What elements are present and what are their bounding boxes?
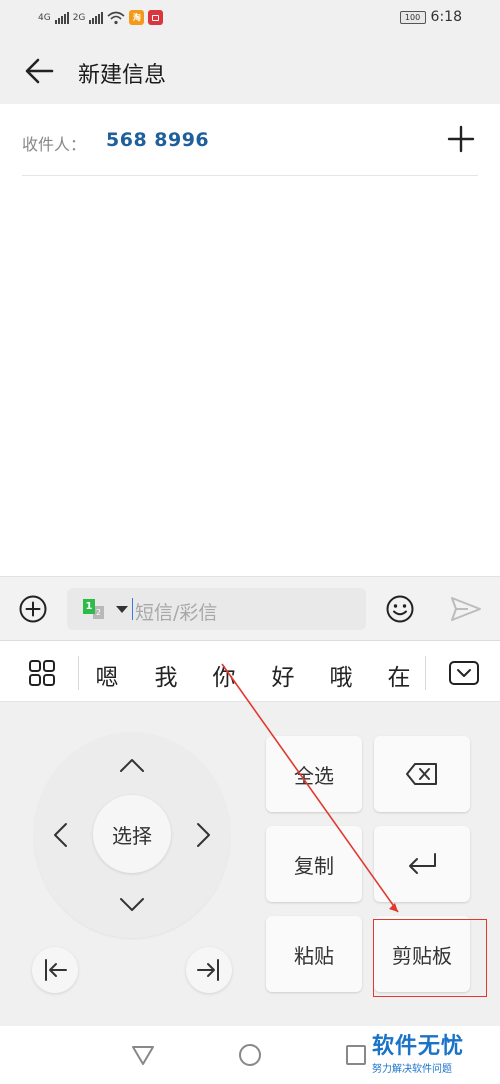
enter-icon xyxy=(409,853,436,874)
candidate-2[interactable]: 我 xyxy=(146,658,186,692)
add-attachment-icon[interactable] xyxy=(18,594,48,624)
recipient-row: 收件人： 568 8996 xyxy=(22,104,478,176)
notification-app-icon xyxy=(148,10,164,25)
message-content: 收件人： 568 8996 xyxy=(0,104,500,576)
message-placeholder: 短信/彩信 xyxy=(135,602,218,624)
select-all-key[interactable]: 全选 xyxy=(266,736,362,812)
nav-back-icon[interactable] xyxy=(131,1044,155,1066)
signal-icon-2 xyxy=(89,11,104,24)
recipient-number[interactable]: 568 8996 xyxy=(106,129,209,151)
message-input[interactable]: 2 1 短信/彩信 xyxy=(67,588,366,630)
add-recipient-icon[interactable] xyxy=(446,124,476,154)
back-arrow-icon[interactable] xyxy=(22,54,56,88)
candidate-6[interactable]: 在 xyxy=(379,658,419,692)
enter-key[interactable] xyxy=(374,826,470,902)
cursor-left-icon[interactable] xyxy=(46,820,76,850)
watermark: 软件无忧 努力解决软件问题 xyxy=(372,1028,490,1076)
ime-menu-grid-icon[interactable] xyxy=(28,659,56,687)
cursor-end-button[interactable] xyxy=(186,947,232,993)
signal-icon xyxy=(54,11,69,24)
app-header: 新建信息 xyxy=(0,38,500,104)
cursor-up-icon[interactable] xyxy=(117,750,147,780)
candidate-3[interactable]: 你 xyxy=(204,658,244,692)
status-left: 4G 2G 淘 xyxy=(38,10,164,25)
network-label-1: 4G xyxy=(38,12,51,23)
annotation-highlight-box xyxy=(373,919,487,997)
watermark-title: 软件无忧 xyxy=(372,1034,465,1059)
nav-recent-apps-icon[interactable] xyxy=(346,1045,366,1065)
cursor-down-icon[interactable] xyxy=(117,890,147,920)
backspace-key[interactable] xyxy=(374,736,470,812)
candidate-1[interactable]: 嗯 xyxy=(87,658,127,692)
candidate-5[interactable]: 哦 xyxy=(321,658,361,692)
clock: 6:18 xyxy=(430,9,462,25)
taobao-app-icon: 淘 xyxy=(129,10,145,25)
wifi-icon xyxy=(107,11,125,24)
send-icon[interactable] xyxy=(450,596,482,622)
text-cursor xyxy=(132,598,133,620)
emoji-icon[interactable] xyxy=(385,594,415,624)
cursor-home-icon xyxy=(45,959,67,981)
cursor-home-button[interactable] xyxy=(32,947,78,993)
select-toggle-button[interactable]: 选择 xyxy=(93,795,171,873)
compose-bar: 2 1 短信/彩信 xyxy=(0,576,500,640)
cursor-right-icon[interactable] xyxy=(188,820,218,850)
recipient-label: 收件人： xyxy=(22,135,87,154)
network-label-2: 2G xyxy=(72,12,86,23)
page-title: 新建信息 xyxy=(78,63,167,88)
sim-select-icon[interactable]: 2 1 xyxy=(83,599,107,621)
keyboard-collapse-icon[interactable] xyxy=(448,660,480,686)
paste-key[interactable]: 粘贴 xyxy=(266,916,362,992)
candidate-divider xyxy=(78,656,79,690)
candidate-divider xyxy=(425,656,426,690)
candidate-4[interactable]: 好 xyxy=(263,658,303,692)
backspace-icon xyxy=(406,763,437,785)
status-bar: 4G 2G 淘 100 6:18 xyxy=(0,0,500,38)
ime-candidate-bar: 嗯 我 你 好 哦 在 xyxy=(0,640,500,702)
watermark-subtitle: 努力解决软件问题 xyxy=(372,1064,452,1075)
copy-key[interactable]: 复制 xyxy=(266,826,362,902)
nav-home-icon[interactable] xyxy=(239,1044,261,1066)
battery-icon: 100 xyxy=(399,10,426,24)
cursor-end-icon xyxy=(197,959,219,981)
sim1-badge: 1 xyxy=(83,599,95,614)
sim-dropdown-caret-icon[interactable] xyxy=(116,606,128,613)
status-right: 100 6:18 xyxy=(399,9,462,25)
